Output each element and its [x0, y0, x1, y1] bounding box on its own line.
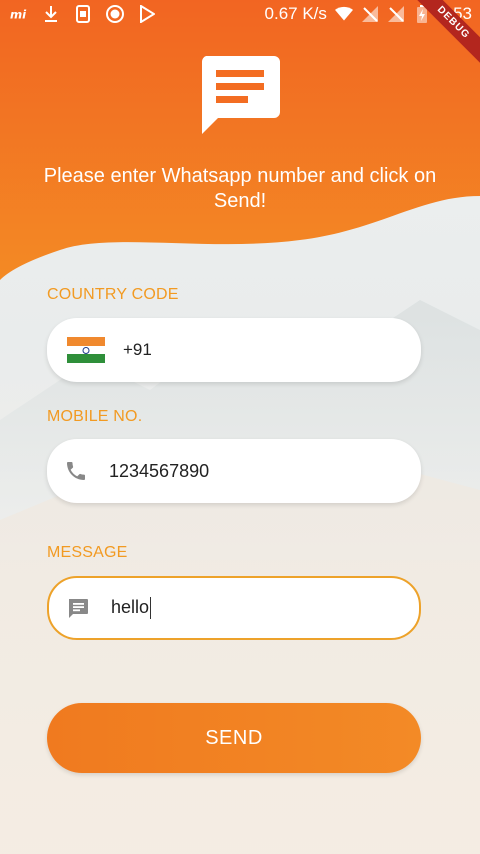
message-icon: [65, 595, 91, 621]
phone-icon: [63, 458, 89, 484]
india-flag-icon: [67, 337, 105, 363]
debug-banner: DEBUG: [410, 0, 480, 70]
country-code-label: COUNTRY CODE: [47, 286, 179, 303]
mobile-number-input[interactable]: 1234567890: [47, 439, 421, 503]
wifi-icon: [334, 5, 353, 23]
download-icon: [42, 5, 60, 23]
signal-off-icon: [361, 5, 379, 23]
send-button[interactable]: SEND: [47, 703, 421, 773]
signal-off-icon-2: [387, 5, 405, 23]
message-text: hello: [111, 596, 150, 617]
text-cursor: [150, 597, 152, 620]
status-bar: mi 0.67 K/s 2:53: [0, 0, 480, 30]
instruction-headline: Please enter Whatsapp number and click o…: [43, 165, 437, 212]
net-speed: 0.67 K/s: [264, 4, 327, 23]
svg-text:mi: mi: [10, 8, 27, 22]
debug-label: DEBUG: [410, 0, 480, 69]
country-code-value: +91: [123, 340, 152, 359]
mi-icon: mi: [10, 5, 28, 23]
chat-message-icon: [201, 56, 280, 134]
message-value: hello: [111, 596, 152, 620]
play-store-icon: [138, 5, 156, 23]
sim-icon: [74, 5, 92, 23]
mobile-label: MOBILE NO.: [47, 408, 143, 425]
message-label: MESSAGE: [47, 544, 128, 561]
country-code-picker[interactable]: +91: [47, 318, 421, 382]
record-icon: [106, 5, 124, 23]
message-input[interactable]: hello: [47, 576, 421, 640]
mobile-number-value: 1234567890: [109, 460, 210, 481]
header-background: [0, 0, 480, 280]
